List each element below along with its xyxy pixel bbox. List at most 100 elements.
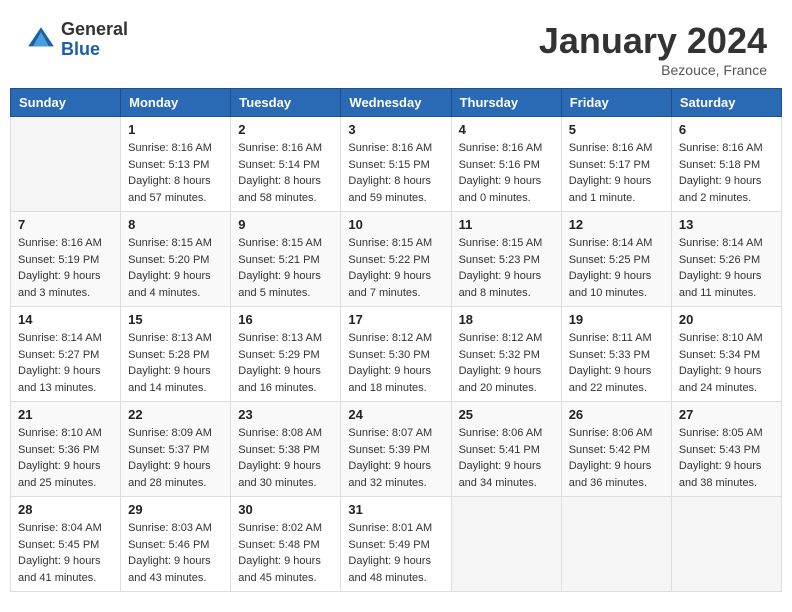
day-detail: Sunrise: 8:14 AMSunset: 5:27 PMDaylight:… [18,330,113,396]
day-detail: Sunrise: 8:16 AMSunset: 5:16 PMDaylight:… [459,140,554,206]
day-number: 3 [348,122,443,137]
calendar-cell: 11 Sunrise: 8:15 AMSunset: 5:23 PMDayligh… [451,212,561,307]
calendar-cell: 28Sunrise: 8:04 AMSunset: 5:45 PMDayligh… [11,497,121,592]
day-number: 9 [238,217,333,232]
day-number: 10 [348,217,443,232]
day-number: 14 [18,312,113,327]
day-detail: Sunrise: 8:12 AMSunset: 5:32 PMDaylight:… [459,330,554,396]
calendar-cell: 3Sunrise: 8:16 AMSunset: 5:15 PMDaylight… [341,117,451,212]
day-detail: Sunrise: 8:10 AMSunset: 5:34 PMDaylight:… [679,330,774,396]
col-header-monday: Monday [121,89,231,117]
col-header-tuesday: Tuesday [231,89,341,117]
location: Bezouce, France [539,62,767,78]
day-detail: Sunrise: 8:15 AMSunset: 5:23 PMDaylight:… [459,235,554,301]
day-detail: Sunrise: 8:15 AMSunset: 5:20 PMDaylight:… [128,235,223,301]
calendar-cell: 20 Sunrise: 8:10 AMSunset: 5:34 PMDayligh… [671,307,781,402]
day-number: 5 [569,122,664,137]
day-detail: Sunrise: 8:04 AMSunset: 5:45 PMDaylight:… [18,520,113,586]
day-number: 15 [128,312,223,327]
day-detail: Sunrise: 8:06 AMSunset: 5:42 PMDaylight:… [569,425,664,491]
day-number: 6 [679,122,774,137]
calendar-cell: 16 Sunrise: 8:13 AMSunset: 5:29 PMDayligh… [231,307,341,402]
day-number: 22 [128,407,223,422]
col-header-wednesday: Wednesday [341,89,451,117]
day-detail: Sunrise: 8:08 AMSunset: 5:38 PMDaylight:… [238,425,333,491]
calendar-cell: 5 Sunrise: 8:16 AMSunset: 5:17 PMDaylight… [561,117,671,212]
day-detail: Sunrise: 8:16 AMSunset: 5:17 PMDaylight:… [569,140,664,206]
day-number: 24 [348,407,443,422]
calendar-cell [561,497,671,592]
calendar-cell: 27Sunrise: 8:05 AMSunset: 5:43 PMDayligh… [671,402,781,497]
calendar-cell: 19 Sunrise: 8:11 AMSunset: 5:33 PMDayligh… [561,307,671,402]
col-header-sunday: Sunday [11,89,121,117]
calendar-week-row: 7 Sunrise: 8:16 AMSunset: 5:19 PMDaylight… [11,212,782,307]
day-detail: Sunrise: 8:15 AMSunset: 5:21 PMDaylight:… [238,235,333,301]
calendar-cell [671,497,781,592]
logo-general-text: General [61,20,128,40]
day-detail: Sunrise: 8:16 AMSunset: 5:13 PMDaylight:… [128,140,223,206]
calendar-cell [451,497,561,592]
calendar-cell: 15 Sunrise: 8:13 AMSunset: 5:28 PMDayligh… [121,307,231,402]
calendar-cell: 1 Sunrise: 8:16 AMSunset: 5:13 PMDaylight… [121,117,231,212]
calendar-cell [11,117,121,212]
day-number: 8 [128,217,223,232]
calendar-cell: 22 Sunrise: 8:09 AMSunset: 5:37 PMDayligh… [121,402,231,497]
day-detail: Sunrise: 8:11 AMSunset: 5:33 PMDaylight:… [569,330,664,396]
day-number: 2 [238,122,333,137]
day-detail: Sunrise: 8:02 AMSunset: 5:48 PMDaylight:… [238,520,333,586]
calendar-cell: 29 Sunrise: 8:03 AMSunset: 5:46 PMDayligh… [121,497,231,592]
calendar-cell: 10 Sunrise: 8:15 AMSunset: 5:22 PMDayligh… [341,212,451,307]
month-title: January 2024 [539,20,767,62]
calendar-cell: 26Sunrise: 8:06 AMSunset: 5:42 PMDayligh… [561,402,671,497]
calendar-cell: 14 Sunrise: 8:14 AMSunset: 5:27 PMDayligh… [11,307,121,402]
day-detail: Sunrise: 8:13 AMSunset: 5:29 PMDaylight:… [238,330,333,396]
day-detail: Sunrise: 8:13 AMSunset: 5:28 PMDaylight:… [128,330,223,396]
logo-icon [25,24,57,56]
calendar-cell: 6 Sunrise: 8:16 AMSunset: 5:18 PMDaylight… [671,117,781,212]
day-detail: Sunrise: 8:06 AMSunset: 5:41 PMDaylight:… [459,425,554,491]
day-detail: Sunrise: 8:14 AMSunset: 5:26 PMDaylight:… [679,235,774,301]
day-detail: Sunrise: 8:16 AMSunset: 5:14 PMDaylight:… [238,140,333,206]
calendar-table: SundayMondayTuesdayWednesdayThursdayFrid… [10,88,782,592]
day-detail: Sunrise: 8:14 AMSunset: 5:25 PMDaylight:… [569,235,664,301]
day-detail: Sunrise: 8:03 AMSunset: 5:46 PMDaylight:… [128,520,223,586]
logo-text: General Blue [61,20,128,60]
day-number: 21 [18,407,113,422]
calendar-cell: 2 Sunrise: 8:16 AMSunset: 5:14 PMDaylight… [231,117,341,212]
day-number: 18 [459,312,554,327]
title-block: January 2024 Bezouce, France [539,20,767,78]
day-detail: Sunrise: 8:16 AMSunset: 5:18 PMDaylight:… [679,140,774,206]
logo-blue-text: Blue [61,40,128,60]
day-number: 7 [18,217,113,232]
day-detail: Sunrise: 8:07 AMSunset: 5:39 PMDaylight:… [348,425,443,491]
logo: General Blue [25,20,128,60]
day-number: 29 [128,502,223,517]
day-number: 1 [128,122,223,137]
day-number: 11 [459,217,554,232]
day-number: 4 [459,122,554,137]
calendar-cell: 21 Sunrise: 8:10 AMSunset: 5:36 PMDayligh… [11,402,121,497]
day-detail: Sunrise: 8:15 AMSunset: 5:22 PMDaylight:… [348,235,443,301]
day-number: 13 [679,217,774,232]
day-number: 31 [348,502,443,517]
col-header-thursday: Thursday [451,89,561,117]
day-number: 12 [569,217,664,232]
calendar-cell: 23Sunrise: 8:08 AMSunset: 5:38 PMDayligh… [231,402,341,497]
col-header-saturday: Saturday [671,89,781,117]
calendar-week-row: 14 Sunrise: 8:14 AMSunset: 5:27 PMDayligh… [11,307,782,402]
calendar-cell: 4 Sunrise: 8:16 AMSunset: 5:16 PMDaylight… [451,117,561,212]
calendar-cell: 25Sunrise: 8:06 AMSunset: 5:41 PMDayligh… [451,402,561,497]
day-detail: Sunrise: 8:10 AMSunset: 5:36 PMDaylight:… [18,425,113,491]
calendar-header-row: SundayMondayTuesdayWednesdayThursdayFrid… [11,89,782,117]
day-number: 20 [679,312,774,327]
calendar-cell: 12 Sunrise: 8:14 AMSunset: 5:25 PMDayligh… [561,212,671,307]
calendar-cell: 8 Sunrise: 8:15 AMSunset: 5:20 PMDaylight… [121,212,231,307]
day-number: 19 [569,312,664,327]
day-number: 17 [348,312,443,327]
calendar-cell: 24 Sunrise: 8:07 AMSunset: 5:39 PMDayligh… [341,402,451,497]
day-detail: Sunrise: 8:16 AMSunset: 5:19 PMDaylight:… [18,235,113,301]
day-detail: Sunrise: 8:05 AMSunset: 5:43 PMDaylight:… [679,425,774,491]
day-detail: Sunrise: 8:09 AMSunset: 5:37 PMDaylight:… [128,425,223,491]
day-number: 16 [238,312,333,327]
calendar-week-row: 1 Sunrise: 8:16 AMSunset: 5:13 PMDaylight… [11,117,782,212]
